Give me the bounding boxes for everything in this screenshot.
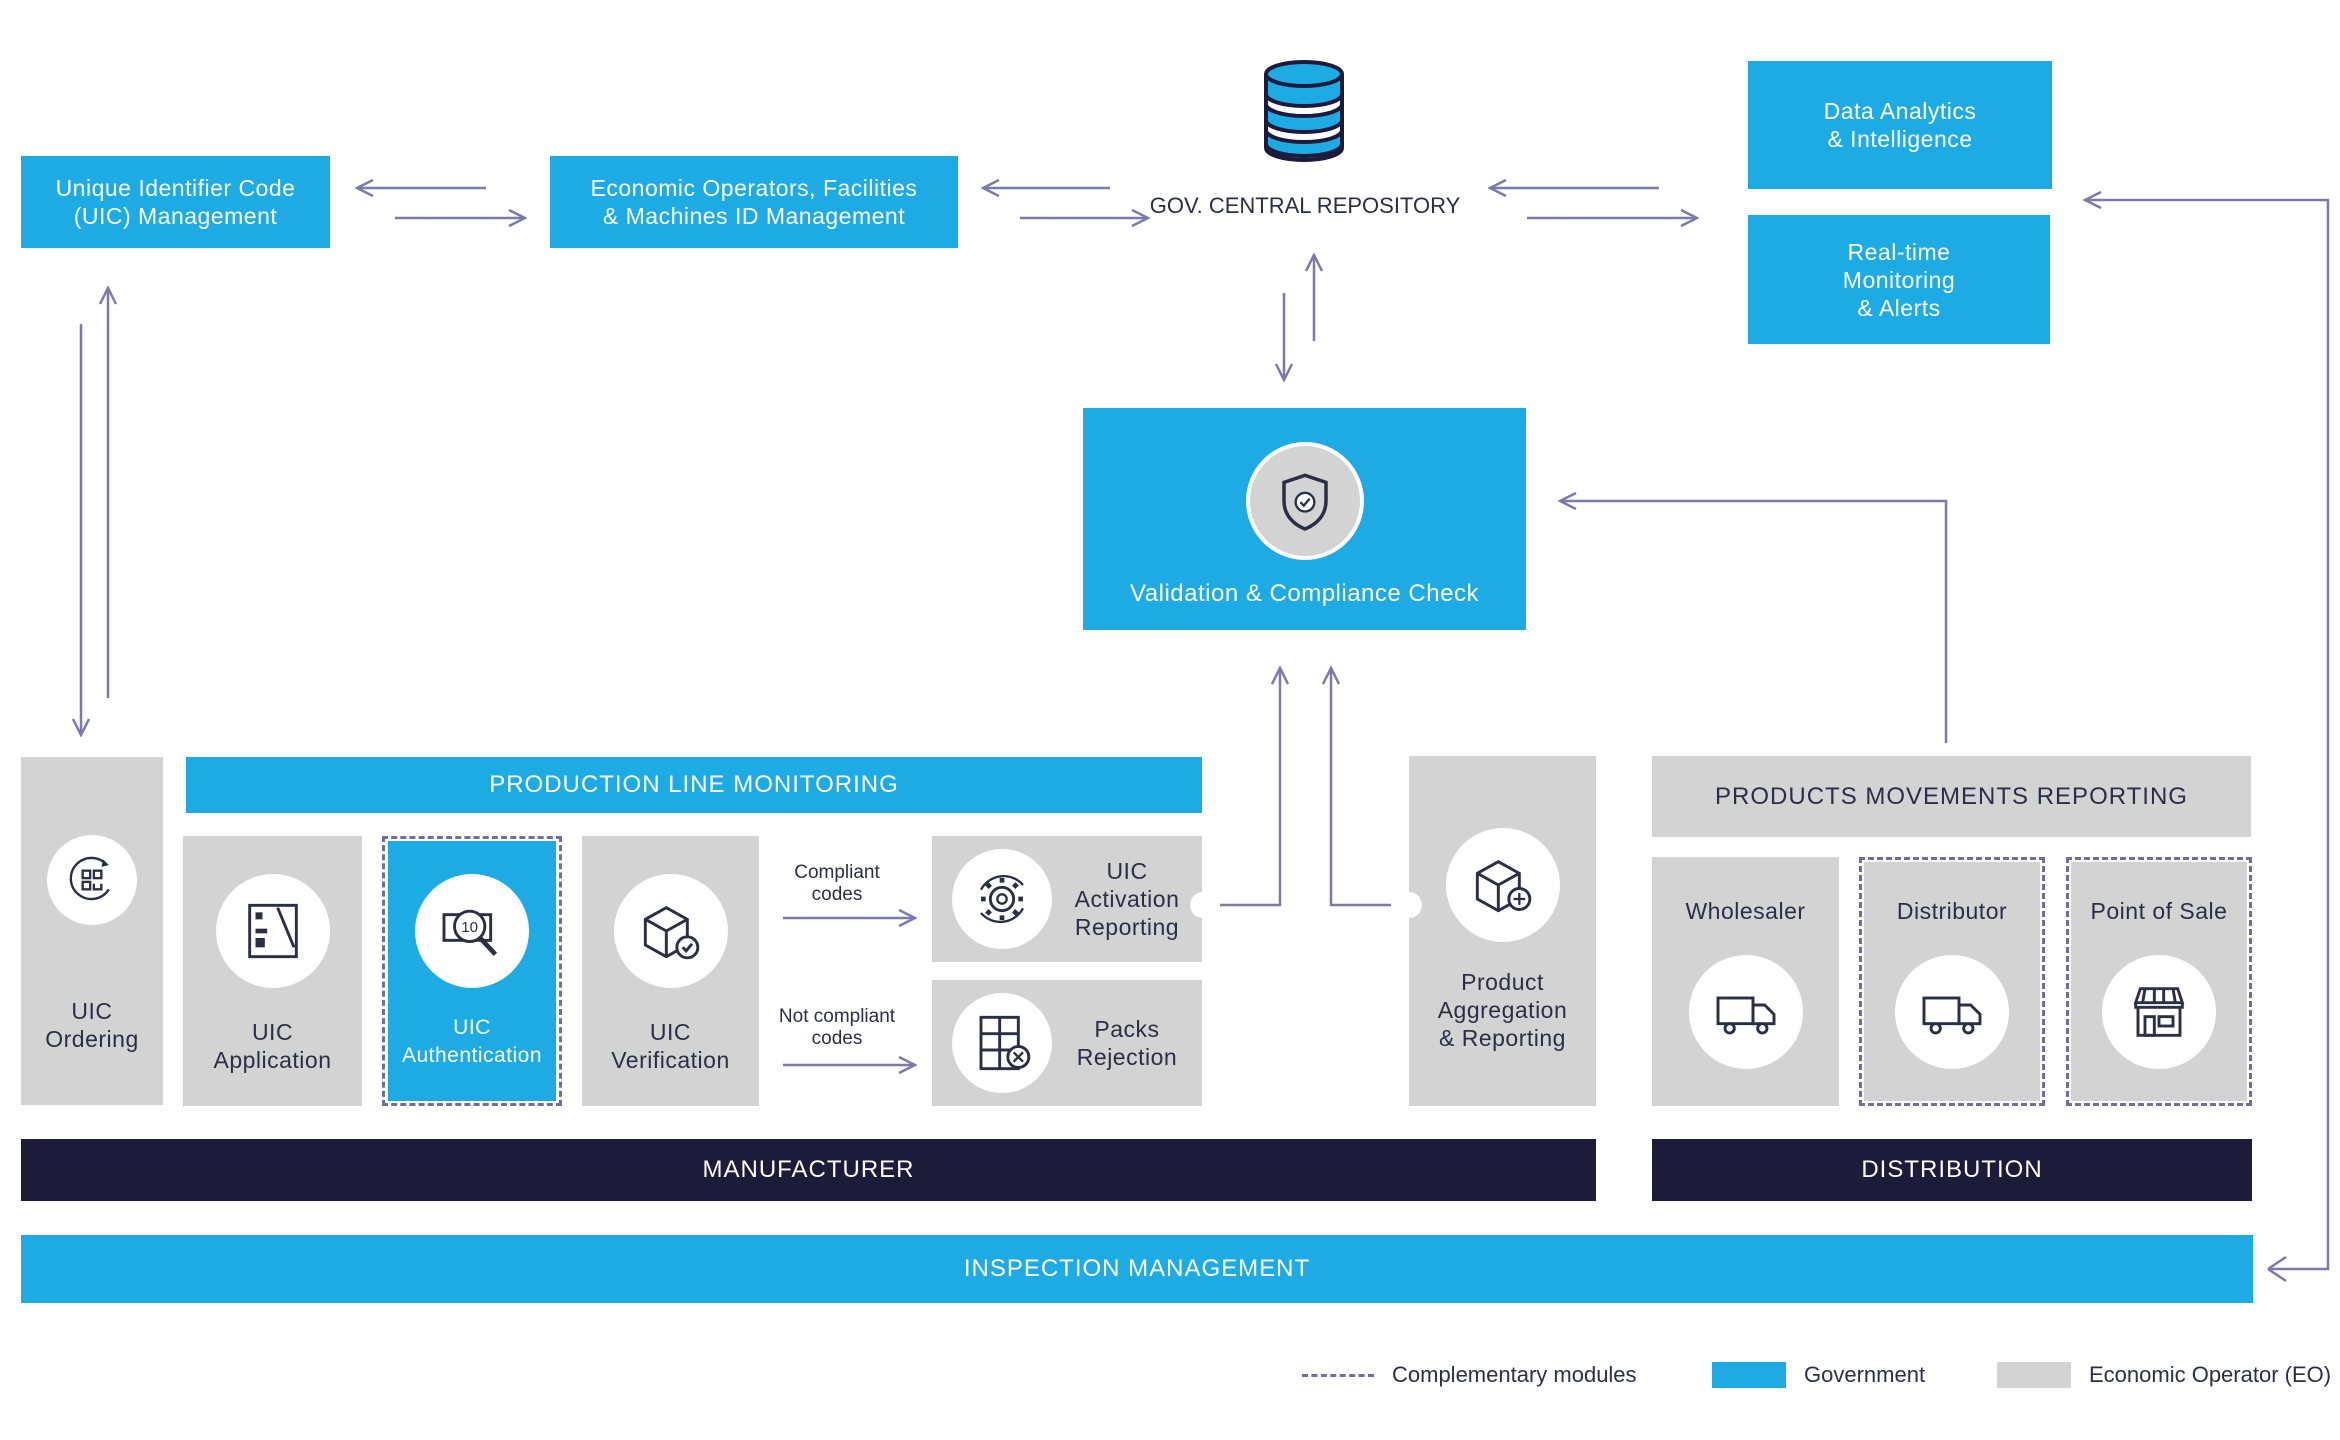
uic-application-label: UIC Application [213, 1019, 332, 1073]
product-aggregation-box: Product Aggregation & Reporting [1409, 756, 1596, 1106]
products-movements-header: PRODUCTS MOVEMENTS REPORTING [1652, 756, 2251, 837]
eo-id-management-box: Economic Operators, Facilities & Machine… [550, 156, 958, 248]
box-plus-icon [1445, 828, 1560, 942]
uic-authentication-label: UIC Authentication [401, 1016, 543, 1067]
compliant-codes-label: Compliant codes [794, 862, 880, 905]
manufacturer-bar: MANUFACTURER [21, 1139, 1596, 1201]
legend-government: Government [1712, 1362, 1925, 1388]
inspection-management-bar: INSPECTION MANAGEMENT [21, 1235, 2253, 1303]
storefront-icon [2102, 955, 2216, 1069]
arrow [1220, 668, 1280, 907]
legend-eo-label: Economic Operator (EO) [2089, 1362, 2332, 1387]
qr-label-icon [215, 874, 330, 988]
not-compliant-codes-label: Not compliant codes [778, 1006, 896, 1049]
government-swatch [1712, 1362, 1786, 1388]
production-line-header: PRODUCTION LINE MONITORING [186, 757, 1202, 813]
wholesaler-box: Wholesaler [1652, 857, 1839, 1106]
box-check-icon [613, 874, 728, 988]
truck-icon [1895, 955, 2009, 1069]
arrow [2085, 200, 2330, 1271]
packs-rejection-label: Packs Rejection [1076, 1016, 1178, 1070]
legend-eo: Economic Operator (EO) [1997, 1362, 2331, 1388]
uic-verification-box: UIC Verification [582, 836, 759, 1106]
arrow [1331, 668, 1391, 907]
uic-ordering-label: UIC Ordering [45, 998, 139, 1052]
activation-reporting-box: UIC Activation Reporting [932, 836, 1202, 962]
validation-label: Validation & Compliance Check [1130, 580, 1479, 607]
uic-authentication-box: 10 UIC Authentication [388, 841, 556, 1101]
point-of-sale-box: Point of Sale [2071, 862, 2247, 1101]
validation-box: Validation & Compliance Check [1083, 408, 1526, 630]
repository-label: GOV. CENTRAL REPOSITORY [1149, 193, 1461, 218]
product-aggregation-label: Product Aggregation & Reporting [1437, 969, 1568, 1051]
truck-icon [1688, 955, 1803, 1069]
svg-text:10: 10 [461, 919, 478, 936]
distributor-box: Distributor [1864, 862, 2040, 1101]
distribution-bar: DISTRIBUTION [1652, 1139, 2252, 1201]
analytics-box: Data Analytics & Intelligence [1748, 61, 2052, 189]
uic-verification-label: UIC Verification [611, 1019, 730, 1073]
uic-ordering-box: UIC Ordering [21, 757, 163, 1105]
activation-reporting-label: UIC Activation Reporting [1074, 858, 1180, 940]
distributor-label: Distributor [1896, 898, 2008, 924]
uic-application-box: UIC Application [183, 836, 362, 1106]
monitoring-box: Real-time Monitoring & Alerts [1748, 215, 2050, 344]
database-icon [1264, 60, 1344, 162]
legend-government-label: Government [1804, 1362, 1926, 1387]
eo-swatch [1997, 1362, 2071, 1388]
packs-rejection-box: Packs Rejection [932, 980, 1202, 1106]
point-of-sale-label: Point of Sale [2090, 898, 2228, 924]
shield-check-icon [1245, 442, 1364, 560]
legend-complementary: Complementary modules [1302, 1362, 1637, 1388]
gear-refresh-icon [952, 849, 1052, 949]
legend-complementary-label: Complementary modules [1392, 1362, 1637, 1387]
dashed-line-swatch [1302, 1373, 1374, 1377]
magnifier-code-icon: 10 [415, 874, 529, 988]
packs-reject-icon [952, 993, 1052, 1093]
wholesaler-label: Wholesaler [1685, 898, 1806, 924]
qr-refresh-icon [47, 835, 137, 925]
arrow [1560, 501, 1948, 743]
uic-management-box: Unique Identifier Code (UIC) Management [21, 156, 330, 248]
